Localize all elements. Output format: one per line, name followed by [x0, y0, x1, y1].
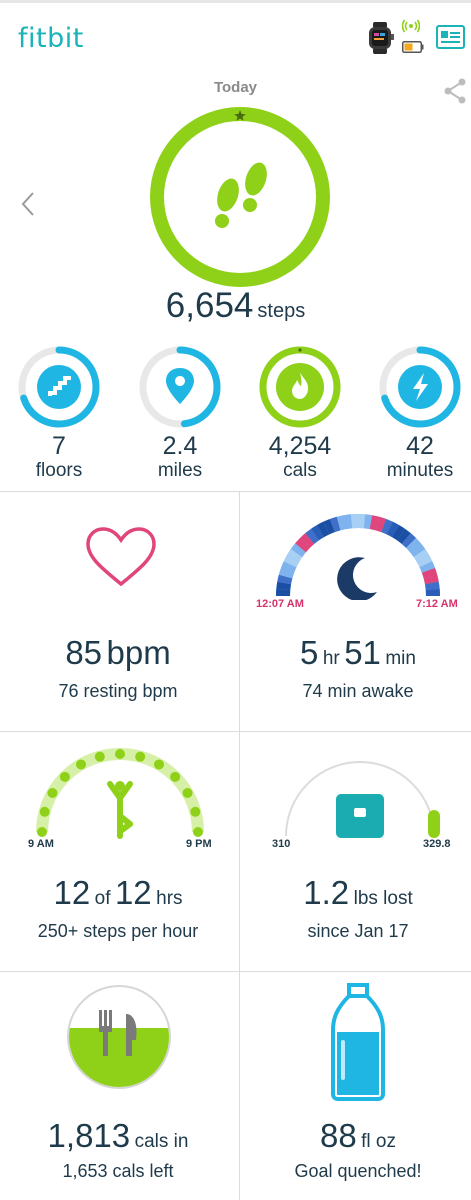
miles-ring: [139, 346, 221, 428]
heart-icon: [86, 527, 156, 587]
hourly-achieved: 12: [53, 874, 91, 911]
heart-rate-main: 85 bpm: [0, 634, 236, 672]
hour-dot: [193, 827, 203, 837]
sleep-minutes-value: 51: [344, 634, 381, 671]
hour-dot: [182, 788, 193, 798]
hour-dot: [37, 827, 47, 837]
calories-label: cals: [283, 460, 317, 481]
food-bowl-icon: [67, 985, 171, 1089]
weight-since: since Jan 17: [307, 921, 409, 941]
today-label: Today: [213, 79, 258, 96]
hourly-activity-arc: [36, 748, 204, 839]
heart-rate-unit: bpm: [106, 634, 171, 671]
sleep-end-time: 7:12 AM: [416, 598, 458, 610]
hourly-start-time: 9 AM: [28, 838, 54, 850]
hour-dot: [115, 749, 125, 759]
sleep-stages-arc: [276, 514, 441, 600]
stat-floors[interactable]: 7 floors: [9, 344, 109, 482]
resting-heart-rate: 76 resting bpm: [58, 681, 178, 701]
food-cals-value: 1,813: [47, 1117, 131, 1154]
sleep-hours-unit: hr: [322, 648, 340, 669]
food-cals-unit: cals in: [134, 1131, 189, 1152]
sleep-minutes-unit: min: [385, 648, 416, 669]
sleep-awake: 74 min awake: [302, 681, 414, 701]
previous-day-arrow-icon[interactable]: [18, 190, 38, 218]
floors-value: 7: [52, 432, 66, 460]
steps-progress-ring[interactable]: [148, 105, 332, 289]
stat-miles[interactable]: 2.4 miles: [130, 344, 230, 482]
location-pin-icon: [166, 368, 194, 404]
fitbit-logo: fitbit: [18, 23, 84, 54]
footprints-icon: [215, 162, 267, 228]
water-goal-status: Goal quenched!: [294, 1161, 422, 1181]
hour-dot: [135, 751, 146, 762]
miles-value: 2.4: [162, 432, 198, 460]
battery-icon: [402, 41, 424, 53]
weight-summary: 1.2 lbs lost: [240, 874, 471, 912]
sleep-start-time: 12:07 AM: [256, 598, 304, 610]
minutes-value: 42: [406, 432, 434, 460]
tile-sleep[interactable]: 12:07 AM 7:12 AM 5 hr 51 min 74 min awak…: [240, 492, 471, 731]
food-cals-left: 1,653 cals left: [62, 1161, 174, 1181]
floors-label: floors: [35, 460, 83, 481]
hour-dot: [190, 806, 201, 817]
active-minutes-ring: [379, 346, 461, 428]
stat-active-minutes[interactable]: 42 minutes: [370, 344, 470, 482]
hourly-goal-text: 250+ steps per hour: [37, 921, 199, 941]
stretching-person-icon: [107, 781, 133, 839]
water-bottle-icon: [331, 983, 385, 1101]
water-value: 88: [319, 1117, 357, 1154]
profile-card-icon[interactable]: [436, 25, 465, 49]
miles-label: miles: [157, 460, 203, 481]
tile-water[interactable]: 88 fl oz Goal quenched!: [240, 972, 471, 1200]
hour-dot: [47, 788, 58, 798]
weight-lost-unit: lbs lost: [353, 888, 413, 909]
tile-heart-rate[interactable]: 85 bpm 76 resting bpm: [0, 492, 236, 731]
hourly-summary: 12 of 12 hrs: [0, 874, 236, 912]
stat-calories[interactable]: 4,254 cals: [250, 344, 350, 482]
weight-start: 310: [272, 838, 291, 850]
sleep-hours-value: 5: [300, 634, 319, 671]
app-header: fitbit: [0, 3, 471, 65]
sync-signal-icon: [402, 19, 420, 33]
minutes-label: minutes: [386, 460, 454, 481]
hour-dot: [39, 806, 50, 817]
floors-ring: [18, 346, 100, 428]
steps-value: 6,654: [165, 286, 254, 325]
hour-dot: [154, 759, 164, 770]
moon-icon: [337, 557, 377, 600]
hourly-end-time: 9 PM: [186, 838, 212, 850]
water-summary: 88 fl oz: [240, 1117, 471, 1155]
calories-ring: [259, 346, 341, 428]
hour-dot: [94, 751, 105, 762]
sleep-duration: 5 hr 51 min: [240, 634, 471, 672]
steps-count[interactable]: 6,654 steps: [0, 286, 471, 326]
weight-current: 329.8: [423, 838, 451, 850]
share-icon[interactable]: [443, 78, 467, 104]
tile-hourly-activity[interactable]: 9 AM 9 PM 12 of 12 hrs 250+ steps per ho…: [0, 732, 236, 971]
water-unit: fl oz: [361, 1131, 397, 1152]
heart-rate-value: 85: [65, 634, 103, 671]
calories-value: 4,254: [268, 432, 332, 460]
hour-dot: [170, 771, 181, 782]
steps-unit: steps: [257, 300, 306, 322]
hourly-of: of: [94, 888, 111, 909]
food-summary: 1,813 cals in: [0, 1117, 236, 1155]
hour-dot: [59, 771, 70, 782]
watch-icon[interactable]: [367, 22, 395, 54]
hourly-unit: hrs: [156, 888, 183, 909]
hourly-total: 12: [114, 874, 152, 911]
weight-arc: [285, 761, 440, 838]
tile-food[interactable]: 1,813 cals in 1,653 cals left: [0, 972, 236, 1200]
weight-lost-value: 1.2: [303, 874, 350, 911]
tile-weight[interactable]: 310 329.8 1.2 lbs lost since Jan 17: [240, 732, 471, 971]
hour-dot: [76, 759, 86, 770]
